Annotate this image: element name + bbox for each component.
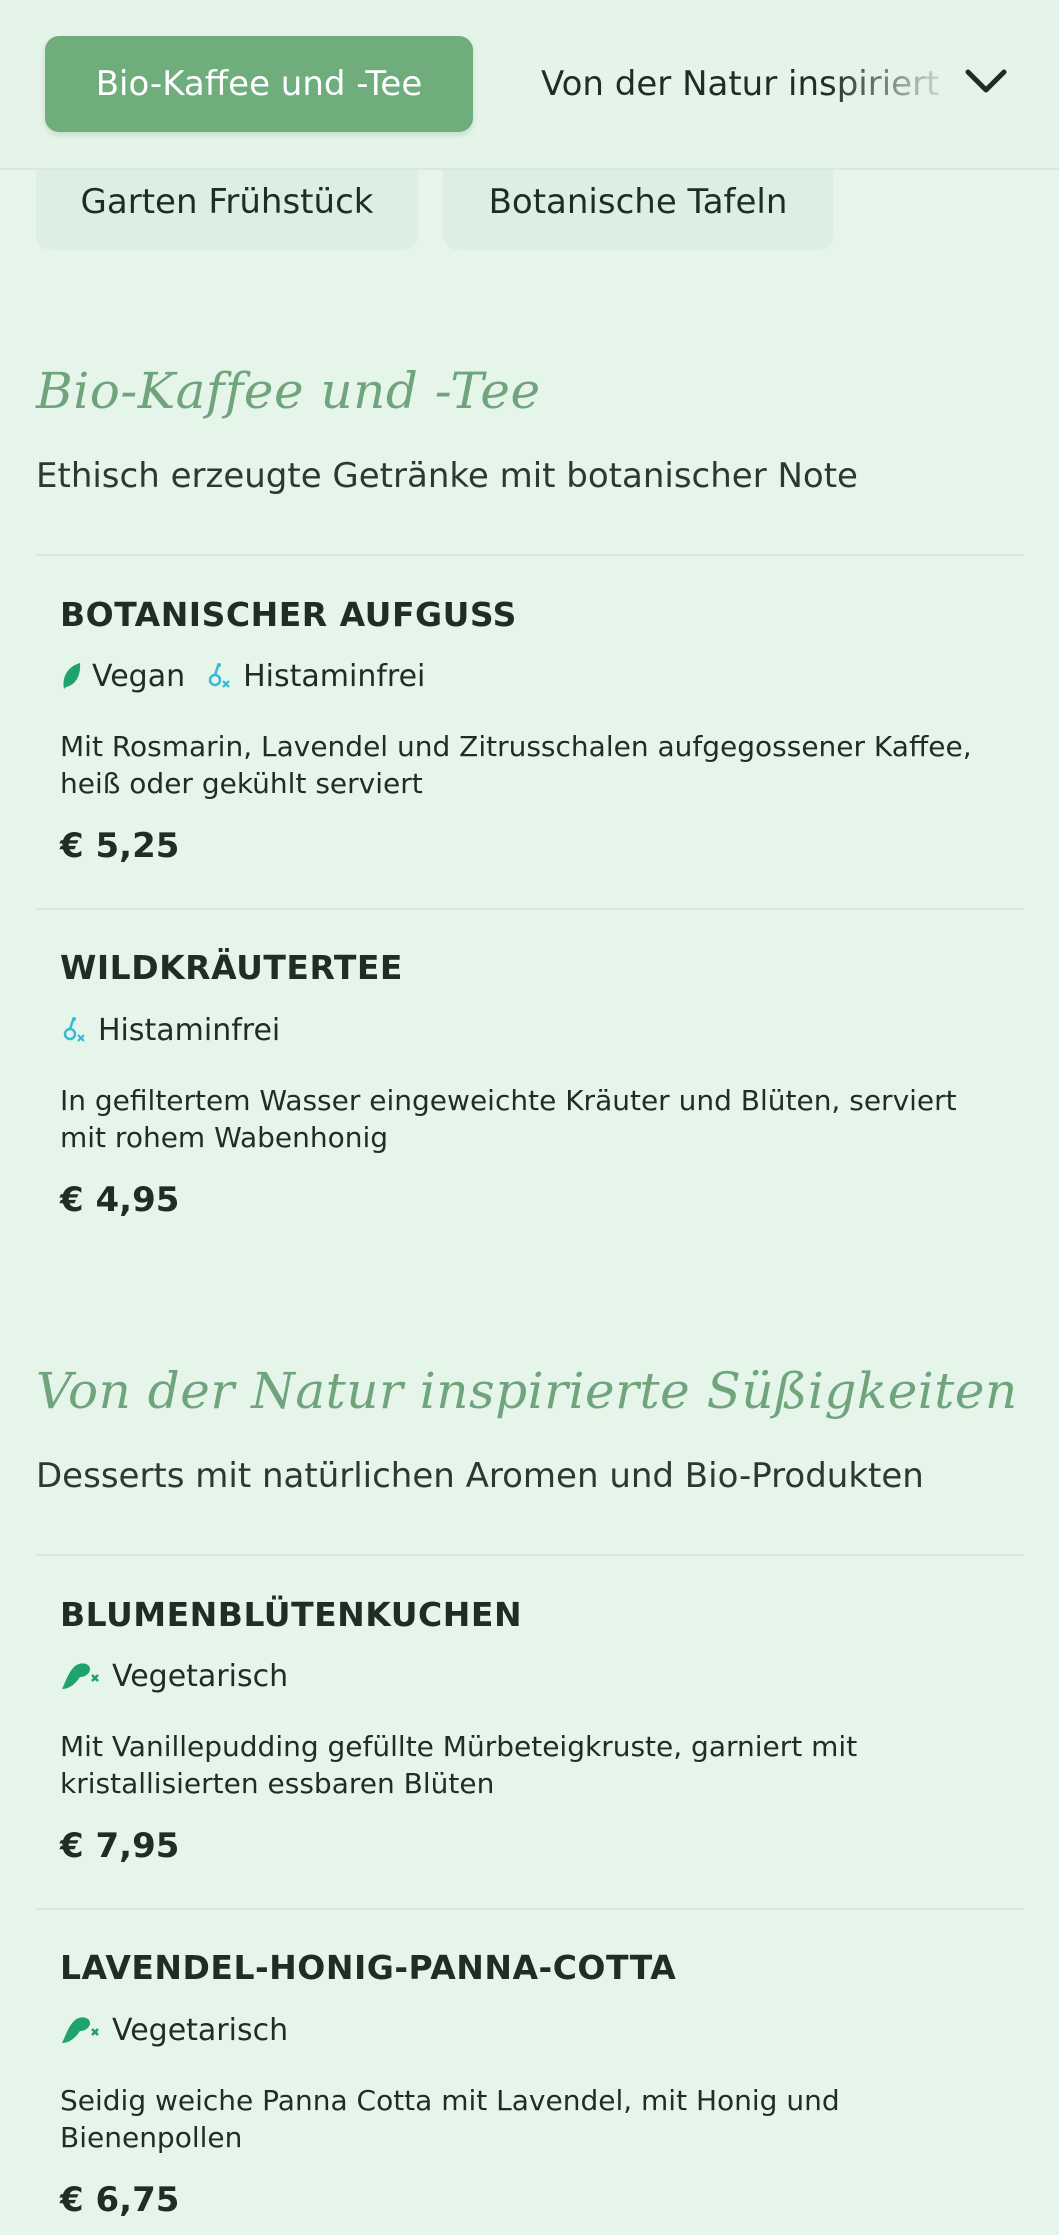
menu-item-description: Mit Rosmarin, Lavendel und Zitrusschalen… bbox=[60, 728, 1010, 802]
description-line: Mit Vanillepudding gefüllte Mürbeteigkru… bbox=[60, 1730, 858, 1763]
tab-bio-kaffee-und-tee[interactable]: Bio-Kaffee und -Tee bbox=[45, 36, 473, 132]
divider bbox=[36, 908, 1024, 910]
category-nav: Bio-Kaffee und -Tee Von der Natur inspir… bbox=[0, 0, 1059, 170]
histamine-free-icon bbox=[208, 663, 230, 688]
tag-label: Histaminfrei bbox=[243, 658, 426, 694]
dietary-tags: Histaminfrei bbox=[60, 1010, 300, 1050]
description-line: kristallisierten essbaren Blüten bbox=[60, 1767, 495, 1800]
menu-item-name: BOTANISCHER AUFGUSS bbox=[60, 595, 517, 634]
description-line: Mit Rosmarin, Lavendel und Zitrusschalen… bbox=[60, 730, 972, 763]
description-line: Bienenpollen bbox=[60, 2121, 243, 2154]
histamine-free-icon bbox=[63, 1017, 85, 1042]
vegetarian-icon bbox=[62, 2017, 99, 2043]
section-title: Bio-Kaffee und -Tee bbox=[36, 362, 541, 420]
tab-botanische-tafeln[interactable]: Botanische Tafeln bbox=[443, 160, 833, 250]
menu-item-description: Seidig weiche Panna Cotta mit Lavendel, … bbox=[60, 2082, 1010, 2156]
divider bbox=[36, 554, 1024, 556]
divider bbox=[36, 1908, 1024, 1910]
dietary-tags: Vegetarisch bbox=[60, 2010, 308, 2050]
vegetarian-icon bbox=[62, 1663, 99, 1689]
menu-item-price: € 5,25 bbox=[60, 826, 180, 866]
menu-item-name: WILDKRÄUTERTEE bbox=[60, 948, 403, 987]
menu-item-name: LAVENDEL-HONIG-PANNA-COTTA bbox=[60, 1948, 677, 1987]
divider bbox=[36, 1554, 1024, 1556]
menu-item-price: € 6,75 bbox=[60, 2180, 180, 2220]
tab-garten-fruehstueck[interactable]: Garten Frühstück bbox=[36, 160, 418, 250]
menu-item-price: € 4,95 bbox=[60, 1180, 180, 1220]
menu-item-name: BLUMENBLÜTENKUCHEN bbox=[60, 1595, 523, 1634]
menu-item-price: € 7,95 bbox=[60, 1826, 180, 1866]
tab-label: Von der Natur inspiriert bbox=[541, 64, 940, 104]
dietary-tags: Vegetarisch bbox=[60, 1656, 308, 1696]
menu-item-description: In gefiltertem Wasser eingeweichte Kräut… bbox=[60, 1082, 1010, 1156]
chevron-down-icon[interactable] bbox=[962, 62, 1010, 102]
description-line: Seidig weiche Panna Cotta mit Lavendel, … bbox=[60, 2084, 840, 2117]
tag-label: Vegetarisch bbox=[112, 1658, 289, 1694]
tag-histaminfrei: Histaminfrei bbox=[205, 659, 425, 694]
section-subtitle: Ethisch erzeugte Getränke mit botanische… bbox=[36, 456, 858, 496]
description-line: mit rohem Wabenhonig bbox=[60, 1121, 389, 1154]
tag-histaminfrei: Histaminfrei bbox=[60, 1013, 280, 1048]
tag-vegetarisch: Vegetarisch bbox=[60, 2013, 288, 2048]
description-line: heiß oder gekühlt serviert bbox=[60, 767, 423, 800]
menu-item-description: Mit Vanillepudding gefüllte Mürbeteigkru… bbox=[60, 1728, 1010, 1802]
tag-label: Vegetarisch bbox=[112, 2012, 289, 2048]
description-line: In gefiltertem Wasser eingeweichte Kräut… bbox=[60, 1084, 957, 1117]
tag-label: Vegan bbox=[92, 658, 186, 694]
section-subtitle: Desserts mit natürlichen Aromen und Bio-… bbox=[36, 1456, 924, 1496]
tag-vegetarisch: Vegetarisch bbox=[60, 1659, 288, 1694]
tag-vegan: Vegan bbox=[60, 659, 185, 694]
leaf-icon bbox=[63, 663, 81, 689]
dietary-tags: Vegan Histaminfrei bbox=[60, 656, 445, 696]
tag-label: Histaminfrei bbox=[98, 1012, 281, 1048]
tab-von-der-natur-inspiriert[interactable]: Von der Natur inspiriert bbox=[541, 36, 941, 132]
section-title: Von der Natur inspirierte Süßigkeiten bbox=[36, 1362, 1018, 1420]
